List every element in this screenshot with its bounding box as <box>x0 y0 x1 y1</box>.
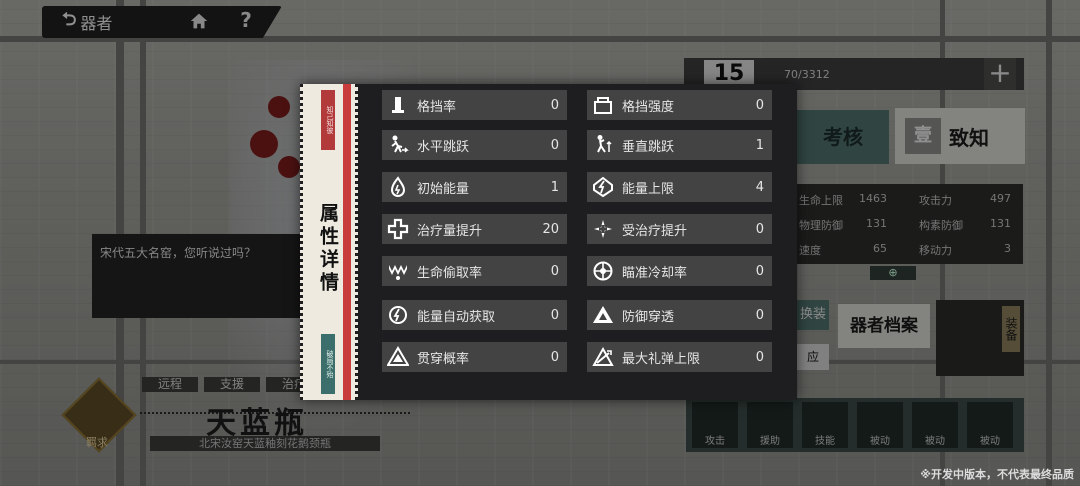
initial-energy-icon <box>385 174 411 200</box>
attribute-max-ammo: 最大礼弹上限 0 <box>587 342 772 372</box>
attribute-lifesteal: 生命偷取率 0 <box>382 256 567 286</box>
dev-notice: ※开发中版本，不代表最终品质 <box>920 468 1074 481</box>
attribute-horizontal-jump: 水平跳跃 0 <box>382 130 567 160</box>
attribute-aim-cooldown: 瞄准冷却率 0 <box>587 256 772 286</box>
horizontal-jump-icon <box>385 132 411 158</box>
attribute-defense-pierce: 防御穿透 0 <box>587 300 772 330</box>
modal-title: 属性详情 <box>317 203 339 295</box>
lifesteal-icon <box>385 258 411 284</box>
energy-regen-icon <box>385 302 411 328</box>
attribute-healing-received: 受治疗提升 0 <box>587 214 772 244</box>
attribute-vertical-jump: 垂直跳跃 1 <box>587 130 772 160</box>
max-ammo-icon <box>590 344 616 370</box>
attribute-pierce-chance: 贯穿概率 0 <box>382 342 567 372</box>
pierce-chance-icon <box>385 344 411 370</box>
energy-cap-icon <box>590 174 616 200</box>
block-rate-icon <box>385 92 411 118</box>
modal-title-ticket: 知己知彼 属性详情 破局不殆 <box>300 84 358 400</box>
aim-cooldown-icon <box>590 258 616 284</box>
attribute-energy-cap: 能量上限 4 <box>587 172 772 202</box>
attribute-block-rate: 格挡率 0 <box>382 90 567 120</box>
attribute-initial-energy: 初始能量 1 <box>382 172 567 202</box>
healing-boost-icon <box>385 216 411 242</box>
defense-pierce-icon <box>590 302 616 328</box>
ticket-red-tab: 知己知彼 <box>321 90 335 150</box>
healing-received-icon <box>590 216 616 242</box>
ticket-red-strip <box>343 84 351 400</box>
attribute-healing-boost: 治疗量提升 20 <box>382 214 567 244</box>
attribute-grid[interactable]: 格挡率 0 水平跳跃 0 初始能量 1 治疗量提升 20 生命偷取率 0 能量自… <box>362 84 795 400</box>
ticket-teal-tab: 破局不殆 <box>321 334 335 394</box>
attribute-block-strength: 格挡强度 0 <box>587 90 772 120</box>
attribute-energy-regen: 能量自动获取 0 <box>382 300 567 330</box>
block-strength-icon <box>590 92 616 118</box>
vertical-jump-icon <box>590 132 616 158</box>
